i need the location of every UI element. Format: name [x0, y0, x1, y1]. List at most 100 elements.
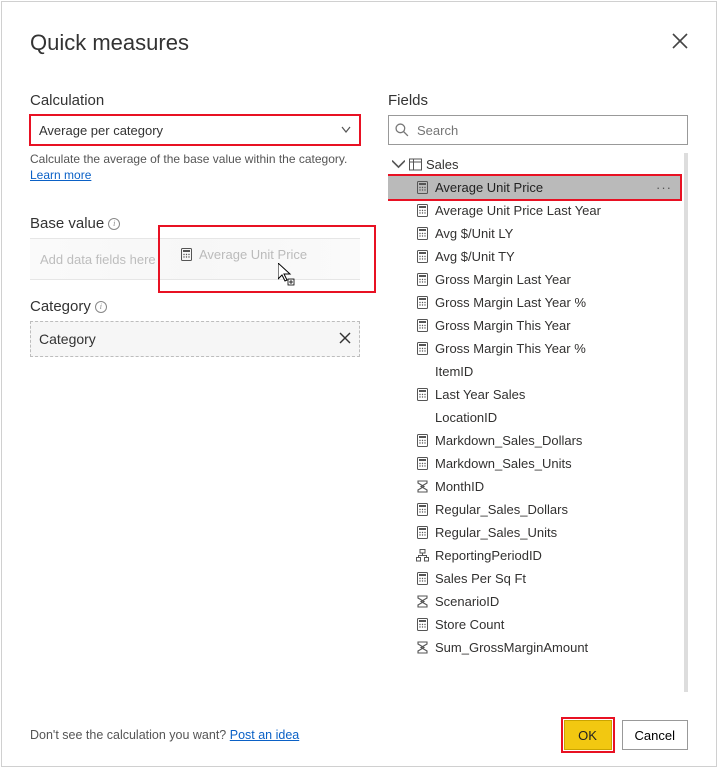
calc-icon — [416, 250, 429, 263]
field-item-label: Gross Margin This Year % — [435, 341, 586, 356]
search-input[interactable] — [415, 122, 681, 139]
fields-label: Fields — [388, 92, 688, 109]
field-item-label: Gross Margin Last Year — [435, 272, 571, 287]
calc-icon — [416, 181, 429, 194]
calculation-panel: Calculation Average per category Calcula… — [30, 92, 360, 692]
field-item-label: LocationID — [435, 410, 497, 425]
search-icon — [395, 123, 409, 137]
field-item-label: Gross Margin This Year — [435, 318, 571, 333]
table-icon — [409, 158, 422, 171]
field-item[interactable]: Gross Margin This Year % — [388, 337, 680, 360]
field-item-label: ReportingPeriodID — [435, 548, 542, 563]
field-item[interactable]: Average Unit Price ··· — [388, 176, 680, 199]
field-item-label: Sum_GrossMarginAmount — [435, 640, 588, 655]
close-icon — [672, 33, 688, 49]
field-item[interactable]: Avg $/Unit TY — [388, 245, 680, 268]
field-item[interactable]: ReportingPeriodID — [388, 544, 680, 567]
category-dropzone[interactable]: Category — [30, 321, 360, 357]
more-icon[interactable]: ··· — [656, 180, 676, 195]
dialog-title: Quick measures — [30, 30, 189, 56]
sigma-icon — [416, 480, 429, 493]
tree-table-sales[interactable]: Sales — [388, 153, 680, 176]
field-item-label: Gross Margin Last Year % — [435, 295, 586, 310]
info-icon: i — [95, 301, 107, 313]
calc-icon — [416, 434, 429, 447]
calculation-description: Calculate the average of the base value … — [30, 151, 360, 183]
category-value: Category — [39, 331, 96, 347]
calc-icon — [416, 388, 429, 401]
field-item[interactable]: Avg $/Unit LY — [388, 222, 680, 245]
remove-category-button[interactable] — [339, 331, 351, 347]
field-item-label: Avg $/Unit LY — [435, 226, 513, 241]
quick-measures-dialog: Quick measures Calculation Average per c… — [1, 1, 717, 767]
calc-icon — [416, 204, 429, 217]
calc-icon — [416, 457, 429, 470]
fields-panel: Fields Sales Average Unit Price···Averag… — [388, 92, 688, 692]
base-value-label: Base value i — [30, 215, 360, 232]
cursor-icon — [278, 263, 296, 290]
field-item[interactable]: Average Unit Price Last Year — [388, 199, 680, 222]
sigma-icon — [416, 595, 429, 608]
calc-icon — [416, 296, 429, 309]
field-item[interactable]: ScenarioID — [388, 590, 680, 613]
learn-more-link[interactable]: Learn more — [30, 168, 91, 182]
base-value-dropzone[interactable]: Add data fields here Average Unit Price — [30, 238, 360, 280]
field-item[interactable]: LocationID — [388, 406, 680, 429]
field-item[interactable]: Gross Margin Last Year % — [388, 291, 680, 314]
footer-prompt: Don't see the calculation you want? Post… — [30, 728, 299, 742]
field-item[interactable]: Gross Margin Last Year — [388, 268, 680, 291]
field-item-label: ItemID — [435, 364, 473, 379]
blank-icon — [416, 411, 429, 424]
calc-icon — [416, 618, 429, 631]
field-item-label: MonthID — [435, 479, 484, 494]
post-an-idea-link[interactable]: Post an idea — [230, 728, 300, 742]
cancel-button[interactable]: Cancel — [622, 720, 688, 750]
field-item-label: Store Count — [435, 617, 504, 632]
field-item-label: Last Year Sales — [435, 387, 525, 402]
category-label: Category i — [30, 298, 360, 315]
ok-button[interactable]: OK — [564, 720, 612, 750]
drag-ghost: Average Unit Price — [180, 247, 307, 262]
field-item-label: Regular_Sales_Dollars — [435, 502, 568, 517]
fields-tree[interactable]: Sales Average Unit Price···Average Unit … — [388, 153, 688, 692]
calc-icon — [416, 342, 429, 355]
base-value-placeholder: Add data fields here — [40, 252, 156, 267]
fields-search[interactable] — [388, 115, 688, 145]
calc-icon — [416, 319, 429, 332]
calc-icon — [416, 503, 429, 516]
calc-icon — [416, 526, 429, 539]
close-button[interactable] — [672, 33, 688, 54]
blank-icon — [416, 365, 429, 378]
chevron-down-icon — [341, 123, 351, 138]
calculation-dropdown[interactable]: Average per category — [30, 115, 360, 145]
calc-icon — [416, 273, 429, 286]
field-item[interactable]: Sum_GrossMarginAmount — [388, 636, 680, 659]
field-item-label: ScenarioID — [435, 594, 499, 609]
field-item-label: Markdown_Sales_Units — [435, 456, 572, 471]
field-item[interactable]: Regular_Sales_Units — [388, 521, 680, 544]
field-item-label: Regular_Sales_Units — [435, 525, 557, 540]
field-item-label: Avg $/Unit TY — [435, 249, 515, 264]
field-item-label: Markdown_Sales_Dollars — [435, 433, 582, 448]
field-item-label: Average Unit Price Last Year — [435, 203, 601, 218]
field-item[interactable]: Markdown_Sales_Dollars — [388, 429, 680, 452]
sigma-icon — [416, 641, 429, 654]
dialog-footer: Don't see the calculation you want? Post… — [30, 720, 688, 750]
field-item-label: Sales Per Sq Ft — [435, 571, 526, 586]
field-item[interactable]: Markdown_Sales_Units — [388, 452, 680, 475]
hier-icon — [416, 549, 429, 562]
calc-icon — [416, 227, 429, 240]
field-item[interactable]: MonthID — [388, 475, 680, 498]
info-icon: i — [108, 218, 120, 230]
field-item-label: Average Unit Price — [435, 180, 543, 195]
field-item[interactable]: ItemID — [388, 360, 680, 383]
field-item[interactable]: Gross Margin This Year — [388, 314, 680, 337]
field-item[interactable]: Sales Per Sq Ft — [388, 567, 680, 590]
field-item[interactable]: Store Count — [388, 613, 680, 636]
calculation-dropdown-value: Average per category — [39, 123, 163, 138]
field-item[interactable]: Regular_Sales_Dollars — [388, 498, 680, 521]
calc-icon — [180, 248, 193, 261]
calc-icon — [416, 572, 429, 585]
calculation-label: Calculation — [30, 92, 360, 109]
field-item[interactable]: Last Year Sales — [388, 383, 680, 406]
